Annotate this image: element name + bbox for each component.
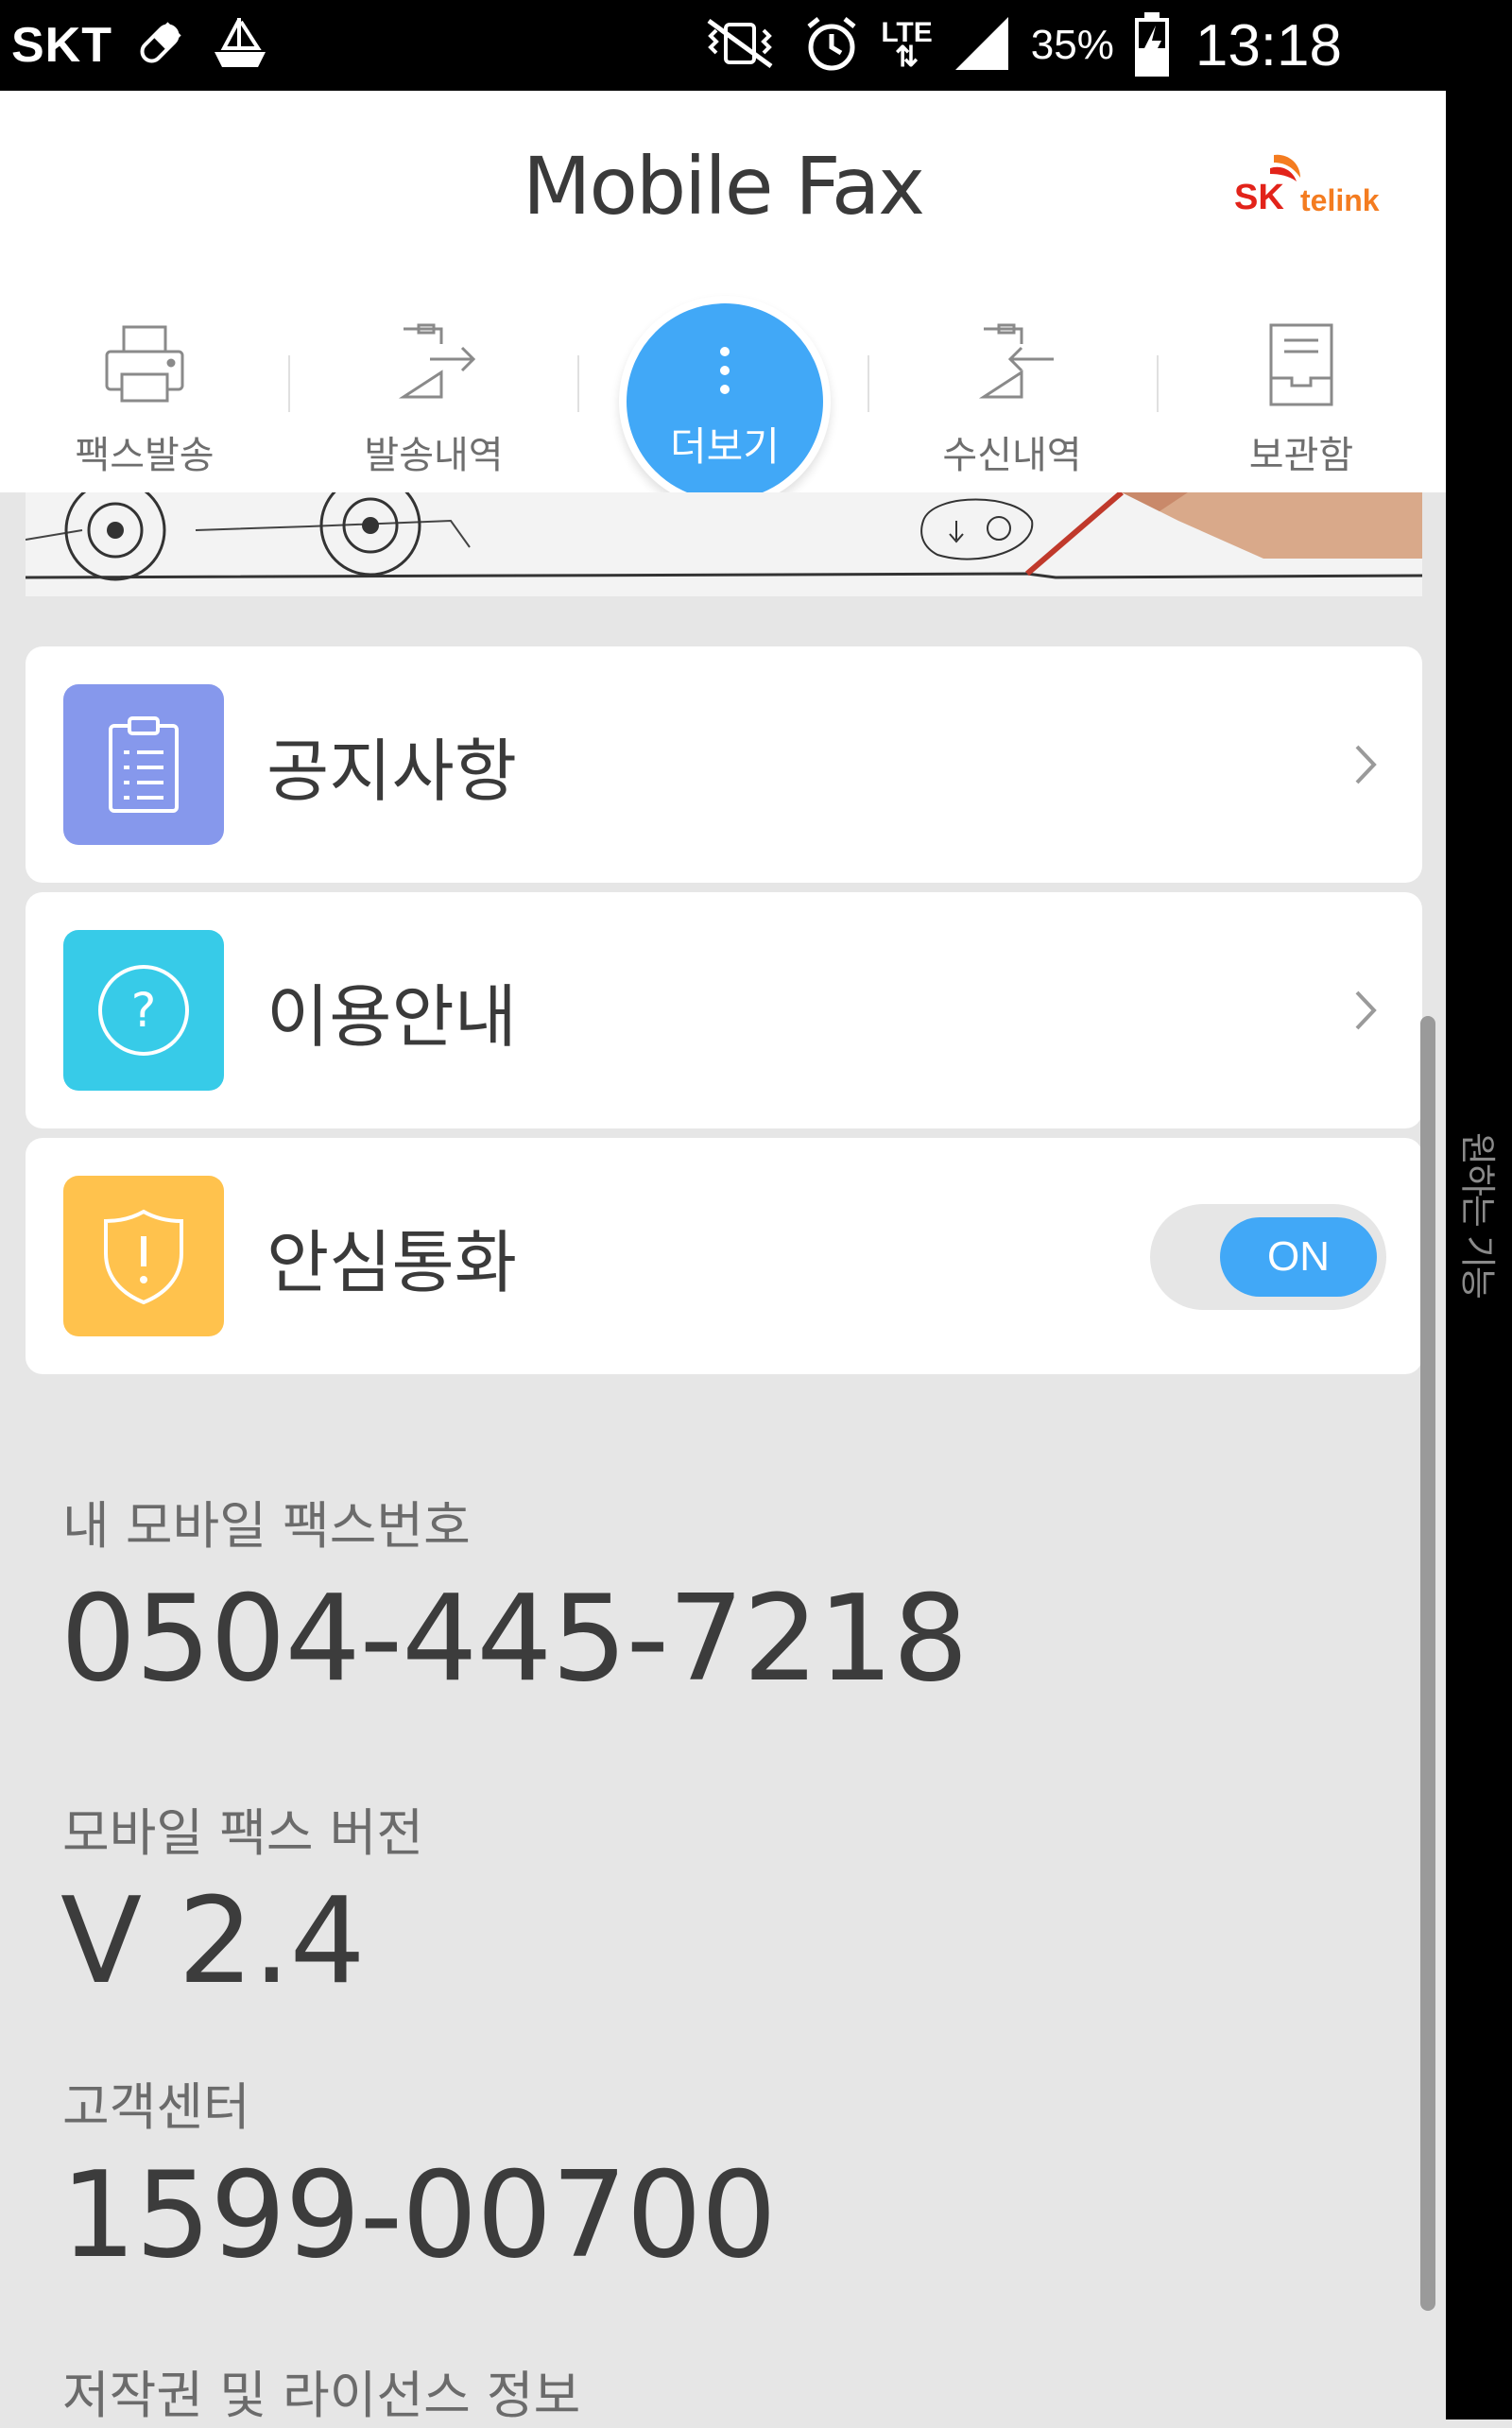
- tab-divider: [577, 355, 579, 412]
- network-indicator: LTE ⇅: [881, 17, 933, 73]
- printer-icon: [93, 311, 197, 415]
- logo-sk-text: SK: [1234, 178, 1284, 217]
- battery-charging-icon: [1133, 10, 1171, 80]
- tab-received-history[interactable]: 수신내역: [868, 303, 1157, 492]
- clipboard-icon: [63, 684, 224, 845]
- chevron-right-icon: [1337, 732, 1394, 798]
- tab-sent-history[interactable]: 발송내역: [289, 303, 578, 492]
- tab-label: 수신내역: [942, 434, 1082, 477]
- support-center-label: 고객센터: [62, 2077, 250, 2137]
- tab-label: 보관함: [1248, 434, 1354, 477]
- menu-item-safe-call[interactable]: 안심통화 ON: [26, 1138, 1422, 1374]
- network-label: LTE: [881, 17, 933, 48]
- tab-label: 팩스발송: [75, 434, 215, 477]
- license-info-link[interactable]: 저작권 및 라이선스 정보: [62, 2353, 580, 2428]
- tab-more[interactable]: 더보기: [619, 296, 831, 508]
- vibrate-mute-icon: [697, 15, 782, 76]
- tab-fax-send[interactable]: 팩스발송: [0, 303, 289, 492]
- help-circle-icon: ?: [63, 930, 224, 1091]
- svg-text:?: ?: [131, 983, 157, 1038]
- fax-number-value: 0504-445-7218: [60, 1569, 969, 1708]
- version-label: 모바일 팩스 버전: [62, 1803, 424, 1863]
- tab-divider: [868, 355, 869, 412]
- chevron-right-icon: [1337, 977, 1394, 1043]
- tab-divider: [1157, 355, 1159, 412]
- battery-percent: 35%: [1030, 22, 1114, 68]
- pill-icon: [133, 17, 186, 74]
- carrier-label: SKT: [11, 18, 112, 73]
- alarm-icon: [801, 13, 862, 77]
- signal-icon: [952, 13, 1012, 77]
- more-vertical-icon: [720, 347, 730, 394]
- version-value: V 2.4: [60, 1871, 366, 2010]
- sk-telink-logo: SK telink: [1230, 149, 1391, 225]
- menu-item-label: 안심통화: [266, 1222, 517, 1302]
- ship-icon: [207, 10, 273, 80]
- inbox-icon: [960, 311, 1064, 415]
- tab-archive[interactable]: 보관함: [1157, 303, 1446, 492]
- scrollbar[interactable]: [1420, 1016, 1435, 2311]
- side-panel-handle[interactable]: 원하는 기능: [1448, 1106, 1512, 1323]
- promo-banner[interactable]: [26, 492, 1422, 596]
- toggle-state-label: ON: [1220, 1217, 1377, 1297]
- outbox-icon: [382, 311, 486, 415]
- page-title: Mobile Fax: [522, 140, 925, 232]
- tab-label: 발송내역: [364, 434, 504, 477]
- logo-telink-text: telink: [1300, 183, 1380, 217]
- menu-item-guide[interactable]: ? 이용안내: [26, 892, 1422, 1128]
- banner-illustration: [26, 492, 1422, 596]
- menu-item-notice[interactable]: 공지사항: [26, 646, 1422, 883]
- archive-icon: [1249, 311, 1353, 415]
- safe-call-toggle[interactable]: ON: [1150, 1204, 1386, 1310]
- menu-item-label: 이용안내: [266, 976, 517, 1057]
- shield-alert-icon: [63, 1176, 224, 1336]
- status-bar: SKT LTE ⇅ 35% 13:18: [0, 0, 1512, 91]
- support-center-number[interactable]: 1599-00700: [60, 2145, 777, 2284]
- clock: 13:18: [1194, 12, 1342, 78]
- menu-item-label: 공지사항: [266, 731, 517, 811]
- tab-label: 더보기: [670, 423, 780, 470]
- fax-number-label: 내 모바일 팩스번호: [62, 1496, 471, 1556]
